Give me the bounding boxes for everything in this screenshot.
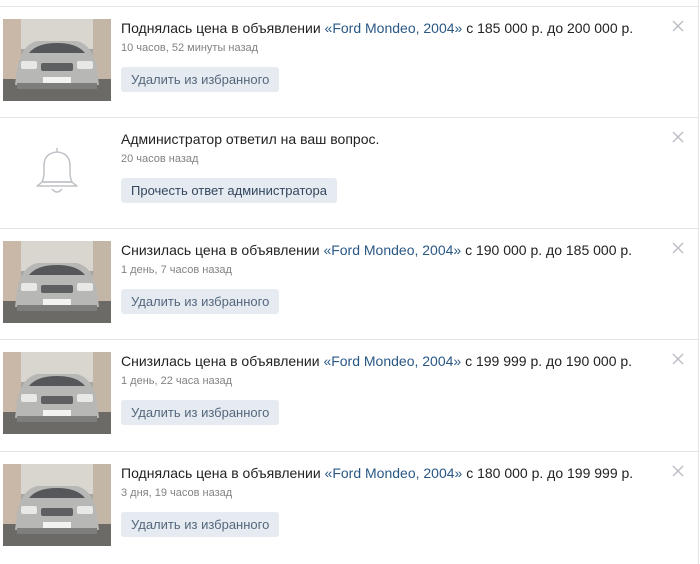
notification-item: Снизилась цена в объявлении «Ford Mondeo… xyxy=(0,228,698,339)
close-icon[interactable] xyxy=(672,20,684,32)
close-icon[interactable] xyxy=(672,131,684,143)
remove-from-favorites-button[interactable]: Удалить из избранного xyxy=(121,512,280,537)
remove-from-favorites-button[interactable]: Удалить из избранного xyxy=(121,289,280,314)
read-admin-answer-button[interactable]: Прочесть ответ администратора xyxy=(121,178,337,203)
listing-link[interactable]: «Ford Mondeo, 2004» xyxy=(323,242,461,258)
bell-icon xyxy=(36,148,78,193)
timestamp: 10 часов, 52 минуты назад xyxy=(121,42,259,54)
close-icon[interactable] xyxy=(672,353,684,365)
price-change-text: с 190 000 р. до 185 000 р. xyxy=(461,242,633,258)
remove-from-favorites-button[interactable]: Удалить из избранного xyxy=(121,400,280,425)
timestamp: 1 день, 7 часов назад xyxy=(121,264,232,276)
message-text: Поднялась цена в объявлении xyxy=(121,465,325,481)
car-photo[interactable] xyxy=(3,464,111,546)
notification-message: Снизилась цена в объявлении «Ford Mondeo… xyxy=(121,241,658,259)
notification-content: Снизилась цена в объявлении «Ford Mondeo… xyxy=(121,352,658,425)
notification-item: Снизилась цена в объявлении «Ford Mondeo… xyxy=(0,339,698,450)
notification-content: Поднялась цена в объявлении «Ford Mondeo… xyxy=(121,464,658,537)
listing-link[interactable]: «Ford Mondeo, 2004» xyxy=(323,353,461,369)
notification-message: Поднялась цена в объявлении «Ford Mondeo… xyxy=(121,464,658,482)
car-photo-image xyxy=(3,352,111,434)
listing-link[interactable]: «Ford Mondeo, 2004» xyxy=(325,20,463,36)
price-change-text: с 199 999 р. до 190 000 р. xyxy=(461,353,633,369)
notification-message: Поднялась цена в объявлении «Ford Mondeo… xyxy=(121,19,658,37)
car-photo[interactable] xyxy=(3,19,111,101)
notification-item: Поднялась цена в объявлении «Ford Mondeo… xyxy=(0,6,698,117)
notification-content: Администратор ответил на ваш вопрос. 20 … xyxy=(121,130,658,203)
notification-item: Поднялась цена в объявлении «Ford Mondeo… xyxy=(0,451,698,562)
message-text: Снизилась цена в объявлении xyxy=(121,242,324,258)
timestamp: 1 день, 22 часа назад xyxy=(121,375,233,387)
close-icon[interactable] xyxy=(672,465,684,477)
car-photo-image xyxy=(3,241,111,323)
remove-from-favorites-button[interactable]: Удалить из избранного xyxy=(121,67,280,92)
notification-content: Снизилась цена в объявлении «Ford Mondeo… xyxy=(121,241,658,314)
timestamp: 3 дня, 19 часов назад xyxy=(121,487,233,499)
notification-content: Поднялась цена в объявлении «Ford Mondeo… xyxy=(121,19,658,92)
price-change-text: с 185 000 р. до 200 000 р. xyxy=(462,20,634,36)
car-photo[interactable] xyxy=(3,241,111,323)
message-text: Снизилась цена в объявлении xyxy=(121,353,324,369)
message-text: Поднялась цена в объявлении xyxy=(121,20,325,36)
close-icon[interactable] xyxy=(672,242,684,254)
notification-message: Администратор ответил на ваш вопрос. xyxy=(121,130,658,148)
notification-item: Администратор ответил на ваш вопрос. 20 … xyxy=(0,117,698,228)
notifications-feed: Поднялась цена в объявлении «Ford Mondeo… xyxy=(0,0,699,564)
car-photo-image xyxy=(3,19,111,101)
notification-message: Снизилась цена в объявлении «Ford Mondeo… xyxy=(121,352,658,370)
message-text: Администратор ответил на ваш вопрос. xyxy=(121,131,380,147)
timestamp: 20 часов назад xyxy=(121,153,199,165)
listing-link[interactable]: «Ford Mondeo, 2004» xyxy=(325,465,463,481)
bell-icon-container xyxy=(3,128,111,214)
car-photo-image xyxy=(3,464,111,546)
car-photo[interactable] xyxy=(3,352,111,434)
price-change-text: с 180 000 р. до 199 999 р. xyxy=(462,465,634,481)
